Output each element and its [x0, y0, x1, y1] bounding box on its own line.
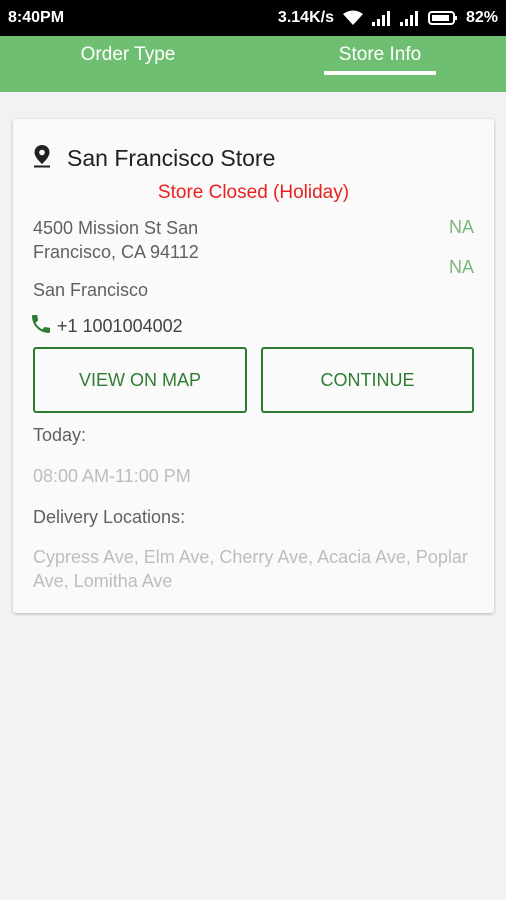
phone-row[interactable]: +1 1001004002: [29, 312, 183, 341]
delivery-locations-label: Delivery Locations:: [33, 507, 186, 527]
phone-icon: [29, 312, 53, 341]
battery-icon: [427, 10, 458, 26]
store-city: San Francisco: [33, 280, 149, 300]
store-status: Store Closed (Holiday): [157, 182, 350, 203]
network-speed: 3.14K/s: [277, 9, 334, 26]
tab-store-info[interactable]: Store Info: [324, 36, 436, 92]
battery-percent: 82%: [465, 9, 498, 26]
tab-bar: Order Type Store Info: [0, 36, 506, 92]
wifi-icon: [342, 10, 364, 26]
signal-icon: [371, 10, 392, 26]
store-card: San Francisco Store Store Closed (Holida…: [13, 119, 494, 613]
store-hours: 08:00 AM-11:00 PM: [33, 466, 191, 486]
store-name: San Francisco Store: [67, 145, 276, 171]
delivery-locations: Cypress Ave, Elm Ave, Cherry Ave, Acacia…: [33, 547, 468, 591]
status-time: 8:40PM: [8, 9, 65, 26]
tab-selected-indicator: [324, 71, 436, 75]
signal-icon: [399, 10, 420, 26]
store-address: 4500 Mission St San Francisco, CA 94112: [33, 218, 199, 262]
status-indicators: 3.14K/s 82%: [270, 9, 498, 27]
view-on-map-button[interactable]: VIEW ON MAP: [33, 347, 247, 413]
na-value-1: NA: [448, 217, 474, 237]
status-bar: 8:40PM 3.14K/s 82%: [0, 0, 506, 36]
store-header: San Francisco Store: [33, 144, 275, 173]
phone-number: +1 1001004002: [57, 316, 183, 336]
tab-order-type[interactable]: Order Type: [58, 36, 198, 92]
location-pin-icon: [33, 144, 51, 173]
today-label: Today:: [33, 425, 87, 445]
na-value-2: NA: [448, 257, 474, 277]
continue-button[interactable]: CONTINUE: [261, 347, 474, 413]
